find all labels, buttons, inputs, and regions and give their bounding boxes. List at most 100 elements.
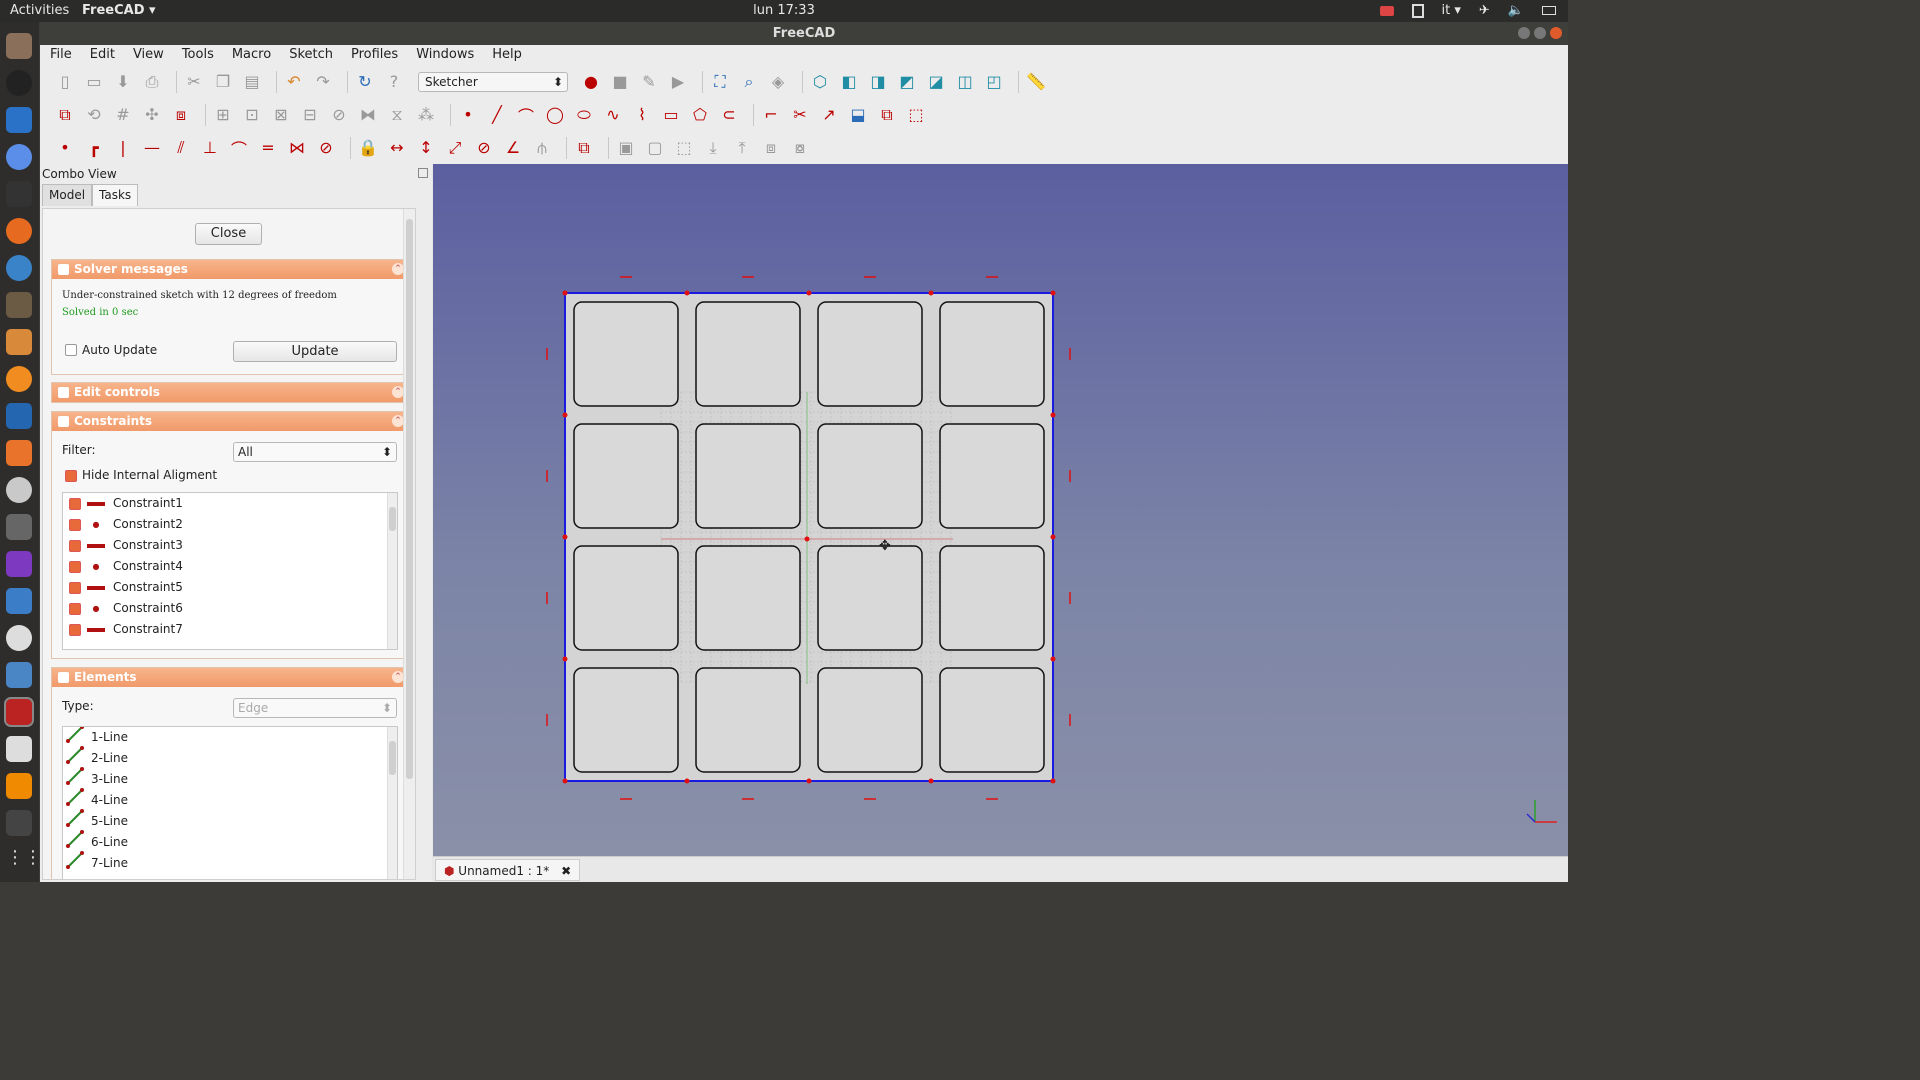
draw-icon[interactable] [6,329,32,355]
terminal-icon[interactable] [6,181,32,207]
elements-header[interactable]: Elements ⌃ [52,668,408,687]
screenshot-icon[interactable] [6,514,32,540]
menu-help[interactable]: Help [492,45,531,65]
constraint-row[interactable]: Constraint5 [63,577,397,598]
camera-icon[interactable] [1379,5,1394,16]
arrow-app-icon[interactable] [6,588,32,614]
equal-constraint-icon[interactable]: = [257,137,279,159]
distance-constraint-icon[interactable]: ⤢ [444,137,466,159]
language-indicator[interactable]: it ▾ [1442,3,1461,18]
trim-icon[interactable]: ✂ [789,104,811,126]
extend-icon[interactable]: ↗ [818,104,840,126]
record-macro-icon[interactable]: ● [580,71,602,93]
geany-icon[interactable] [6,255,32,281]
constraint-row[interactable]: ● Constraint4 [63,556,397,577]
element-row[interactable]: 5-Line [63,809,397,832]
copy-icon[interactable]: ❐ [212,71,234,93]
task-panel-scrollbar[interactable] [403,209,415,879]
3d-viewport[interactable]: ✥ [433,164,1568,856]
array-icon[interactable]: ⁂ [415,104,437,126]
stop-macro-icon[interactable]: ■ [609,71,631,93]
view-sketch-icon[interactable]: ⟲ [83,104,105,126]
validate-sketch-icon[interactable]: ⬚ [673,137,695,159]
maximize-button[interactable] [1534,27,1546,39]
lock-constraint-icon[interactable]: 🔒 [357,137,379,159]
block-constraint-icon[interactable]: ⊘ [315,137,337,159]
symmetric-constraint-icon[interactable]: ⋈ [286,137,308,159]
top-view-icon[interactable]: ◨ [867,71,889,93]
inkscape-icon[interactable] [6,70,32,96]
constraint-checkbox[interactable] [69,581,81,594]
chromium-icon[interactable] [6,144,32,170]
text-editor-icon[interactable] [6,736,32,762]
volume-icon[interactable]: 🔈 [1508,3,1524,18]
writer-icon[interactable] [6,107,32,133]
line-icon[interactable]: ╱ [486,104,508,126]
constraint-checkbox[interactable] [69,518,81,531]
reorient-sketch-icon[interactable]: ⤒ [731,137,753,159]
carbon-copy-icon[interactable]: ⧉ [876,104,898,126]
fit-selection-icon[interactable]: ⌕ [738,71,760,93]
settings-icon[interactable] [6,477,32,503]
firefox-icon[interactable] [6,218,32,244]
merge-sketches-icon[interactable]: ⧈ [170,104,192,126]
constraint-checkbox[interactable] [69,539,81,552]
map-sketch-icon[interactable]: ⤓ [702,137,724,159]
angle-constraint-icon[interactable]: ∠ [502,137,524,159]
media-icon[interactable] [6,551,32,577]
refresh-icon[interactable]: ↻ [354,71,376,93]
mirror-sketch-icon[interactable]: ⧈ [760,137,782,159]
show-apps-icon[interactable]: ⋮⋮ [6,847,42,873]
constraint-checkbox[interactable] [69,497,81,510]
polyline-icon[interactable]: ⌇ [631,104,653,126]
open-file-icon[interactable]: ▭ [83,71,105,93]
cube-app-icon[interactable] [6,662,32,688]
symmetry-icon[interactable]: ⧓ [357,104,379,126]
run-macro-icon[interactable]: ▶ [667,71,689,93]
polygon-icon[interactable]: ⬠ [689,104,711,126]
select-constraints-icon[interactable]: ⊞ [212,104,234,126]
edit-controls-header[interactable]: Edit controls ⌃ [52,383,408,402]
fillet-icon[interactable]: ⌐ [760,104,782,126]
close-button[interactable]: Close [195,223,262,245]
cut-icon[interactable]: ✂ [183,71,205,93]
front-view-icon[interactable]: ◧ [838,71,860,93]
element-row[interactable]: 2-Line [63,746,397,769]
vertical-distance-icon[interactable]: ↕ [415,137,437,159]
point-icon[interactable]: • [457,104,479,126]
filter-dropdown[interactable]: All ⬍ [233,442,397,462]
vertical-constraint-icon[interactable]: | [112,137,134,159]
radius-constraint-icon[interactable]: ⊘ [473,137,495,159]
select-elements-icon[interactable]: ⊟ [299,104,321,126]
menu-edit[interactable]: Edit [90,45,124,65]
minimize-button[interactable] [1518,27,1530,39]
files-icon[interactable] [6,33,32,59]
arc-icon[interactable]: ⌒ [515,104,537,126]
solver-messages-header[interactable]: Solver messages ⌃ [52,260,408,279]
whats-this-icon[interactable]: ? [383,71,405,93]
external-geometry-icon[interactable]: ⬓ [847,104,869,126]
constraints-header[interactable]: Constraints ⌃ [52,412,408,431]
snap-icon[interactable]: ✣ [141,104,163,126]
video-editor-icon[interactable] [6,810,32,836]
constraint-checkbox[interactable] [69,560,81,573]
workbench-selector[interactable]: Sketcher ⬍ [418,71,568,92]
snell-law-icon[interactable]: ⫛ [531,137,553,159]
toggle-driving-icon[interactable]: ⧉ [573,137,595,159]
right-view-icon[interactable]: ◩ [896,71,918,93]
perpendicular-constraint-icon[interactable]: ⊥ [199,137,221,159]
airplane-icon[interactable]: ✈ [1479,3,1490,18]
constraint-row[interactable]: ● Constraint2 [63,514,397,535]
type-dropdown[interactable]: Edge ⬍ [233,698,397,718]
menu-tools[interactable]: Tools [182,45,223,65]
gimp-icon[interactable] [6,292,32,318]
hide-internal-checkbox[interactable] [65,470,77,482]
edit-macro-icon[interactable]: ✎ [638,71,660,93]
slot-icon[interactable]: ⊂ [718,104,740,126]
constraint-checkbox[interactable] [69,602,81,615]
element-row[interactable]: 1-Line [63,727,397,748]
rear-view-icon[interactable]: ◪ [925,71,947,93]
software-center-icon[interactable] [6,440,32,466]
merge-icon[interactable]: ⧇ [789,137,811,159]
vlc-icon[interactable] [6,773,32,799]
